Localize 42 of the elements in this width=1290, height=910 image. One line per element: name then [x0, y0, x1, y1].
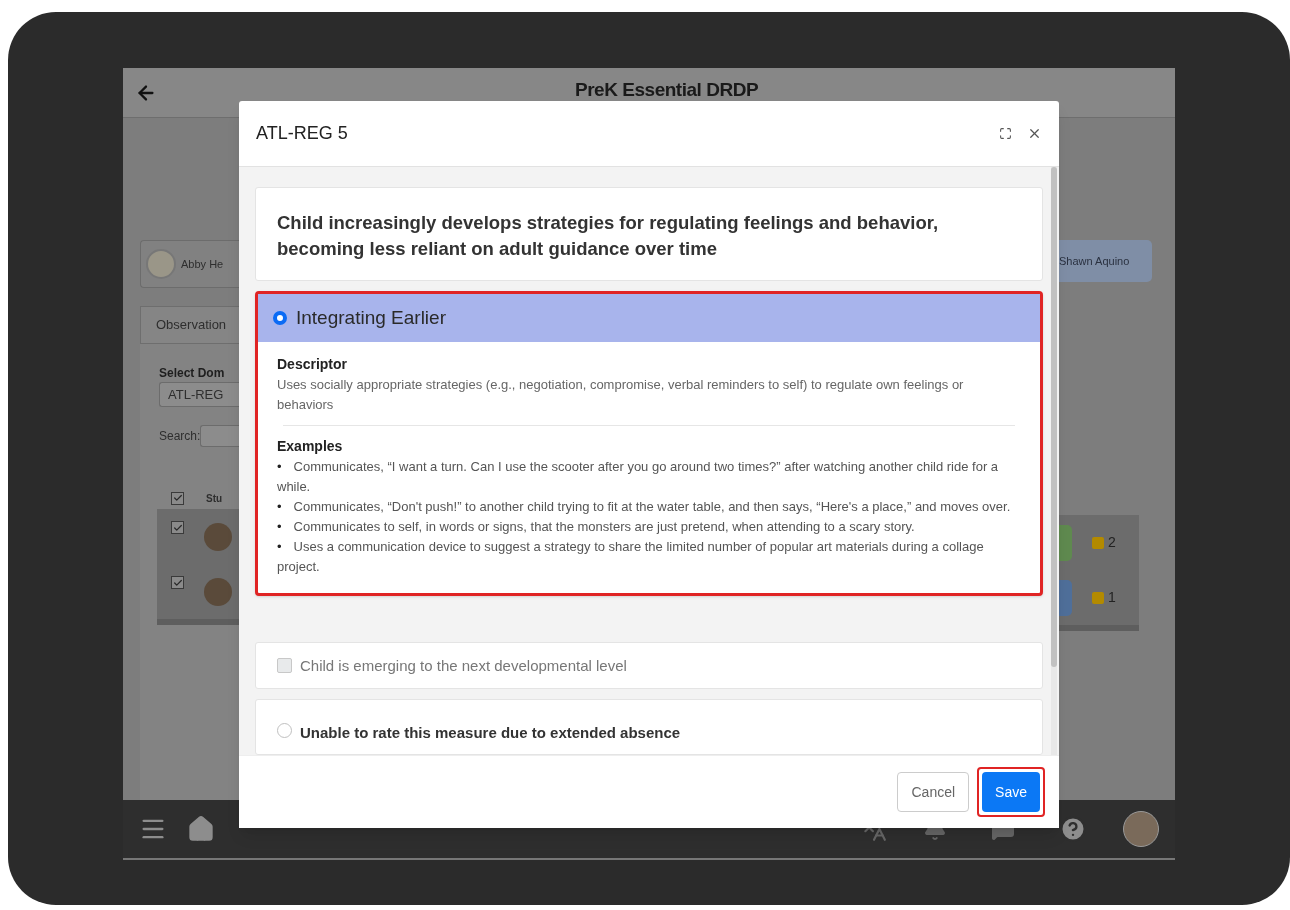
examples-heading: Examples [277, 437, 344, 456]
home-icon[interactable] [187, 815, 215, 843]
example-item: • Communicates, “I want a turn. Can I use the scooter after you go around two times?” after watching another child ride for a while. [277, 458, 1000, 496]
save-button[interactable]: Save [982, 772, 1040, 812]
avatar [146, 249, 176, 279]
search-label: Search: [159, 428, 201, 445]
child-chip[interactable]: Abby He [140, 240, 239, 288]
checkbox[interactable] [171, 576, 184, 589]
observation-tab[interactable]: Observation [140, 306, 239, 344]
descriptor-text: Uses socially appropriate strategies (e.g., negotiation, compromise, verbal reminders to self) to regulate own feelings or behaviors [277, 376, 965, 414]
level-card[interactable] [255, 291, 1043, 596]
scrollbar[interactable] [1051, 167, 1057, 755]
example-item: • Communicates, “Don't push!” to another child trying to fit at the water table, and then says, “Here's a place,” and moves over. [277, 498, 1012, 516]
domain-select[interactable]: ATL-REG [159, 382, 239, 407]
modal-title: ATL-REG 5 [256, 122, 349, 145]
note-count: 2 [1108, 533, 1116, 552]
help-icon[interactable] [1059, 815, 1087, 843]
note-icon [1092, 536, 1104, 549]
user-avatar[interactable] [1123, 811, 1159, 847]
level-header[interactable]: Integrating Earlier [258, 294, 1040, 342]
checkbox[interactable] [171, 521, 184, 534]
example-item: • Communicates to self, in words or signs, that the monsters are just pretend, when attending to a scary story. [277, 518, 916, 536]
search-field[interactable] [200, 425, 239, 447]
radio-button[interactable] [273, 311, 287, 325]
absence-label: Unable to rate this measure due to extended absence [300, 723, 681, 744]
emerging-checkbox[interactable] [277, 658, 292, 674]
example-item: • Uses a communication device to suggest a strategy to share the limited number of popular art materials during a collage project. [277, 538, 985, 576]
avatar [204, 578, 232, 606]
fullscreen-icon[interactable] [999, 127, 1012, 140]
column-header: Stu [206, 491, 223, 506]
measure-text: Child increasingly develops strategies for regulating feelings and behavior, becoming less reliant on adult guidance over time [277, 211, 940, 261]
note-count: 1 [1108, 588, 1116, 607]
note-icon [1092, 591, 1104, 604]
close-icon[interactable] [1027, 126, 1042, 141]
domain-label: Select Dom [159, 365, 226, 382]
cancel-button[interactable]: Cancel [897, 772, 970, 812]
checkbox[interactable] [171, 491, 184, 505]
descriptor-heading: Descriptor [277, 355, 349, 374]
avatar [204, 523, 232, 551]
app-title: PreK Essential DRDP [575, 78, 759, 102]
child-chip[interactable]: Shawn Aquino [1059, 240, 1152, 282]
emerging-label: Child is emerging to the next developmental level [300, 655, 627, 676]
